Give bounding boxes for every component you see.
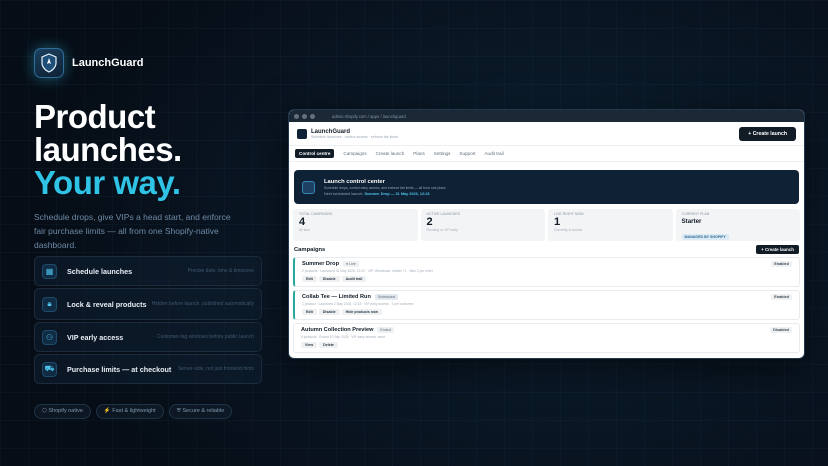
feature-lock: 🔒︎ Lock & reveal products Hidden before … — [34, 288, 262, 320]
status-badge: ● Live — [343, 261, 359, 267]
feature-title: VIP early access — [67, 332, 124, 342]
hero-subtitle: Schedule drops, give VIPs a head start, … — [34, 212, 231, 250]
hero-headline: Product launches. Your way. — [34, 100, 182, 199]
window-dot-icon[interactable] — [302, 113, 307, 119]
stat-live-now: Live right now 1 Currently in launch — [548, 209, 673, 241]
campaign-name: Summer Drop — [302, 261, 339, 267]
lock-icon: 🔒︎ — [42, 296, 57, 312]
enabled-badge: Enabled — [771, 294, 792, 300]
next-launch: Next scheduled launch: Summer Drop — 31 … — [324, 191, 430, 196]
app-header: LaunchGuard Schedule launches · control … — [289, 122, 804, 146]
pill-secure: ⛨ Secure & reliable — [168, 404, 233, 419]
hero-line-2: launches. — [34, 131, 182, 168]
campaign-meta: 6 products · Ended 10 Sep 2025 · VIP ear… — [301, 335, 386, 339]
window-dot-icon[interactable] — [294, 113, 299, 119]
campaigns-create-button[interactable]: + Create launch — [756, 245, 799, 254]
shield-icon — [302, 180, 315, 194]
control-center-banner: Launch control center Schedule drops, co… — [294, 170, 799, 204]
delete-button[interactable]: Delete — [319, 342, 338, 348]
pill-fast: ⚡ Fast & lightweight — [95, 404, 164, 419]
disable-button[interactable]: Disable — [318, 309, 340, 315]
hero-line-1: Product — [34, 98, 156, 135]
feature-limits: ⛟ Purchase limits — at checkout Server-s… — [34, 354, 262, 384]
browser-titlebar: admin.shopify.com / apps / launchguard — [289, 110, 804, 122]
banner-subtitle: Schedule drops, control early access, an… — [324, 185, 447, 190]
stat-active-launches: Active launches 2 Running or VIP early — [420, 209, 545, 241]
brand: LaunchGuard — [34, 48, 144, 78]
campaign-name: Autumn Collection Preview — [301, 327, 374, 333]
campaign-name: Collab Tee — Limited Run — [302, 294, 371, 300]
feature-title: Schedule launches — [67, 266, 133, 276]
campaign-card[interactable]: Summer Drop ● Live Enabled 2 products · … — [293, 257, 800, 287]
cart-icon: ⛟ — [42, 361, 57, 377]
app-tabs: Control centre Campaigns Create launch P… — [289, 146, 804, 162]
tab-control-centre[interactable]: Control centre — [295, 149, 335, 158]
edit-button[interactable]: Edit — [302, 309, 317, 315]
stat-total-campaigns: Total campaigns 4 All time — [293, 209, 418, 241]
enabled-badge: Enabled — [771, 261, 792, 267]
app-logo-icon — [297, 128, 307, 139]
feature-desc: Precise date, time & timezone — [187, 268, 254, 274]
feature-schedule: ▦ Schedule launches Precise date, time &… — [34, 256, 262, 286]
app-window: admin.shopify.com / apps / launchguard L… — [288, 109, 805, 359]
users-icon: ⚇ — [42, 329, 57, 345]
tab-support[interactable]: Support — [459, 151, 475, 156]
window-dot-icon[interactable] — [310, 113, 315, 119]
campaign-meta: 1 product · Launches 2 May 2026, 12:33 ·… — [302, 302, 414, 306]
feature-title: Purchase limits — at checkout — [67, 364, 172, 374]
campaign-card[interactable]: Autumn Collection Preview Ended Disabled… — [293, 323, 800, 353]
trust-pills: ⬡ Shopify native ⚡ Fast & lightweight ⛨ … — [34, 404, 233, 419]
campaign-meta: 2 products · Launched 31 May 2026, 12:23… — [302, 269, 433, 273]
view-button[interactable]: View — [301, 342, 318, 348]
marketing-panel: LaunchGuard Product launches. Your way. … — [34, 0, 274, 466]
stats-row: Total campaigns 4 All time Active launch… — [293, 209, 800, 241]
create-launch-button[interactable]: + Create launch — [739, 126, 796, 141]
app-tagline: Schedule launches · control access · enf… — [311, 134, 398, 139]
tab-campaigns[interactable]: Campaigns — [343, 151, 366, 156]
brand-name: LaunchGuard — [72, 57, 144, 69]
pill-shopify: ⬡ Shopify native — [34, 404, 91, 419]
tab-settings[interactable]: Settings — [434, 151, 451, 156]
tab-create-launch[interactable]: Create launch — [376, 151, 405, 156]
feature-desc: Server-side, not just frontend hints — [177, 366, 254, 372]
calendar-icon: ▦ — [42, 263, 57, 279]
tab-plans[interactable]: Plans — [413, 151, 425, 156]
audit-trail-button[interactable]: Audit trail — [341, 276, 367, 282]
hide-products-button[interactable]: Hide products now — [341, 309, 382, 315]
banner-title: Launch control center — [324, 178, 385, 185]
feature-desc: Customer-tag windows before public launc… — [157, 334, 254, 340]
shield-logo-icon — [34, 48, 64, 78]
feature-vip: ⚇ VIP early access Customer-tag windows … — [34, 322, 262, 352]
enabled-badge: Disabled — [770, 327, 792, 333]
status-badge: Scheduled — [374, 294, 398, 300]
campaigns-title: Campaigns — [294, 246, 326, 253]
campaigns-header: Campaigns + Create launch — [294, 245, 799, 254]
campaign-card[interactable]: Collab Tee — Limited Run Scheduled Enabl… — [293, 290, 800, 320]
url-bar[interactable]: admin.shopify.com / apps / launchguard — [332, 114, 406, 119]
stat-current-plan: Current plan Starter MANAGED BY SHOPIFY — [675, 209, 800, 241]
status-badge: Ended — [377, 327, 394, 333]
hero-line-3: Your way. — [34, 164, 181, 201]
edit-button[interactable]: Edit — [302, 276, 317, 282]
plan-badge: MANAGED BY SHOPIFY — [681, 234, 729, 240]
feature-title: Lock & reveal products — [67, 299, 147, 309]
feature-desc: Hidden before launch, published automati… — [151, 301, 254, 307]
tab-audit-trail[interactable]: Audit trail — [484, 151, 503, 156]
disable-button[interactable]: Disable — [318, 276, 340, 282]
